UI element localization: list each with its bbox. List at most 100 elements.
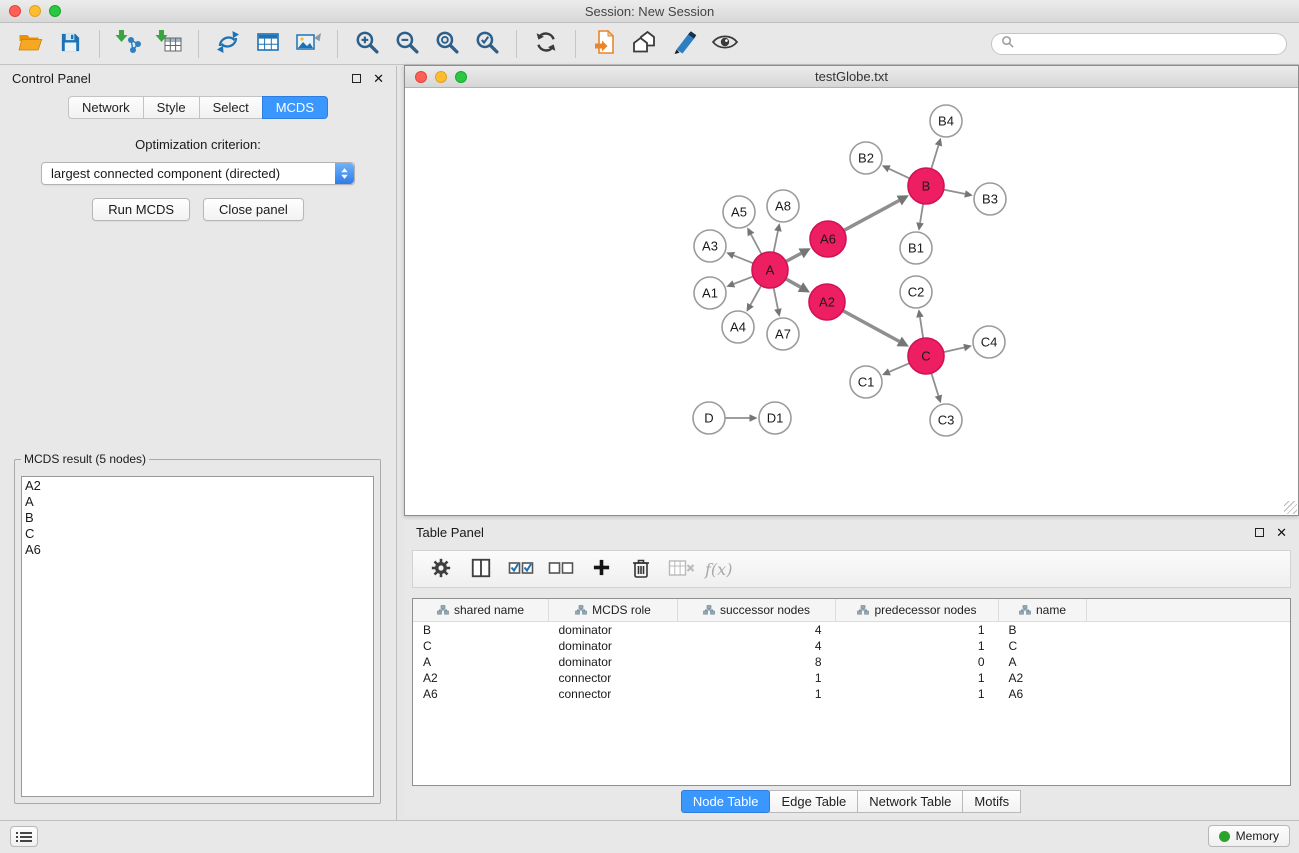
criterion-dropdown[interactable]: largest connected component (directed) — [41, 162, 355, 185]
table-row[interactable]: Bdominator41B — [413, 622, 1290, 639]
graph-edge[interactable] — [774, 288, 778, 309]
graph-edge[interactable] — [931, 373, 938, 395]
graph-edge[interactable] — [920, 317, 923, 338]
table-cell[interactable]: 1 — [836, 638, 999, 654]
graph-edge[interactable] — [843, 311, 899, 342]
table-cell[interactable]: A — [413, 654, 549, 670]
graph-edge[interactable] — [944, 190, 965, 194]
unselect-all-button[interactable] — [547, 555, 575, 583]
column-header[interactable]: successor nodes — [678, 599, 836, 622]
table-cell[interactable]: 0 — [836, 654, 999, 670]
zoom-out-button[interactable] — [387, 27, 427, 61]
table-cell[interactable]: A6 — [999, 686, 1087, 702]
column-header[interactable]: shared name — [413, 599, 549, 622]
result-item[interactable]: C — [25, 526, 373, 542]
network-window-titlebar[interactable]: testGlobe.txt — [405, 66, 1298, 88]
tab-node-table[interactable]: Node Table — [681, 790, 771, 813]
result-item[interactable]: A6 — [25, 542, 373, 558]
eye-button[interactable] — [705, 27, 745, 61]
table-float-panel-icon[interactable] — [1255, 528, 1264, 537]
graph-edge[interactable] — [931, 145, 938, 168]
refresh-button[interactable] — [526, 27, 566, 61]
memory-button[interactable]: Memory — [1208, 825, 1290, 847]
search-box[interactable] — [991, 33, 1287, 55]
open-file-button[interactable] — [10, 27, 50, 61]
table-cell[interactable]: 8 — [678, 654, 836, 670]
graph-edge[interactable] — [844, 201, 899, 231]
tab-select[interactable]: Select — [199, 96, 262, 119]
column-header[interactable]: predecessor nodes — [836, 599, 999, 622]
table-row[interactable]: Adominator80A — [413, 654, 1290, 670]
graph-edge[interactable] — [751, 234, 761, 254]
result-item[interactable]: A — [25, 494, 373, 510]
tab-network-table[interactable]: Network Table — [857, 790, 963, 813]
graph-edge[interactable] — [889, 169, 910, 179]
table-cell[interactable]: 1 — [836, 622, 999, 639]
run-mcds-button[interactable]: Run MCDS — [92, 198, 190, 221]
tab-network[interactable]: Network — [68, 96, 143, 119]
save-button[interactable] — [50, 27, 90, 61]
table-cell[interactable]: connector — [549, 686, 678, 702]
delete-row-button[interactable] — [627, 555, 655, 583]
select-all-button[interactable] — [507, 555, 535, 583]
table-cell[interactable]: 1 — [836, 686, 999, 702]
homes-button[interactable] — [625, 27, 665, 61]
tab-style[interactable]: Style — [143, 96, 199, 119]
tab-motifs[interactable]: Motifs — [962, 790, 1021, 813]
network-canvas[interactable]: AA1A2A3A4A5A6A7A8BB1B2B3B4CC1C2C3C4DD1 — [405, 87, 1298, 515]
table-cell[interactable]: C — [413, 638, 549, 654]
network-close-button[interactable] — [415, 71, 427, 83]
fx-function-builder[interactable]: f(x) — [705, 560, 732, 579]
table-cell[interactable]: A — [999, 654, 1087, 670]
minimize-window-button[interactable] — [29, 5, 41, 17]
zoom-in-button[interactable] — [347, 27, 387, 61]
task-history-button[interactable] — [10, 826, 38, 847]
graph-edge[interactable] — [786, 279, 801, 287]
table-cell[interactable]: 4 — [678, 638, 836, 654]
zoom-window-button[interactable] — [49, 5, 61, 17]
table-cell[interactable]: B — [413, 622, 549, 639]
table-cell[interactable]: dominator — [549, 622, 678, 639]
graph-edge[interactable] — [944, 348, 965, 353]
table-cell[interactable]: A2 — [999, 670, 1087, 686]
graph-edge[interactable] — [750, 286, 761, 305]
zoom-selected-button[interactable] — [467, 27, 507, 61]
table-row[interactable]: Cdominator41C — [413, 638, 1290, 654]
table-cell[interactable]: 4 — [678, 622, 836, 639]
graph-edge[interactable] — [734, 276, 753, 283]
gear-button[interactable] — [427, 555, 455, 583]
tab-mcds[interactable]: MCDS — [262, 96, 328, 119]
close-panel-button[interactable]: Close panel — [203, 198, 304, 221]
float-panel-icon[interactable] — [352, 74, 361, 83]
export-image-button[interactable] — [288, 27, 328, 61]
network-minimize-button[interactable] — [435, 71, 447, 83]
zoom-fit-button[interactable] — [427, 27, 467, 61]
new-network-button[interactable] — [208, 27, 248, 61]
window-titlebar[interactable]: Session: New Session — [0, 0, 1299, 23]
pen-button[interactable] — [665, 27, 705, 61]
table-close-panel-icon[interactable]: ✕ — [1276, 526, 1287, 539]
table-cell[interactable]: 1 — [678, 686, 836, 702]
table-cell[interactable]: A6 — [413, 686, 549, 702]
graph-edge[interactable] — [734, 255, 754, 263]
graph-edge[interactable] — [786, 253, 801, 261]
graph-edge[interactable] — [889, 363, 909, 372]
table-cell[interactable]: connector — [549, 670, 678, 686]
graph-edge[interactable] — [774, 231, 778, 252]
table-cell[interactable]: C — [999, 638, 1087, 654]
network-zoom-button[interactable] — [455, 71, 467, 83]
new-table-button[interactable] — [248, 27, 288, 61]
close-panel-icon[interactable]: ✕ — [373, 72, 384, 85]
result-item[interactable]: B — [25, 510, 373, 526]
table-cell[interactable]: dominator — [549, 654, 678, 670]
table-row[interactable]: A6connector11A6 — [413, 686, 1290, 702]
table-row[interactable]: A2connector11A2 — [413, 670, 1290, 686]
result-item[interactable]: A2 — [25, 478, 373, 494]
table-cell[interactable]: 1 — [836, 670, 999, 686]
table-cell[interactable]: 1 — [678, 670, 836, 686]
table-cell[interactable]: A2 — [413, 670, 549, 686]
resize-grip-icon[interactable] — [1284, 501, 1297, 514]
columns-button[interactable] — [467, 555, 495, 583]
search-input[interactable] — [1019, 36, 1277, 52]
add-row-button[interactable] — [587, 555, 615, 583]
